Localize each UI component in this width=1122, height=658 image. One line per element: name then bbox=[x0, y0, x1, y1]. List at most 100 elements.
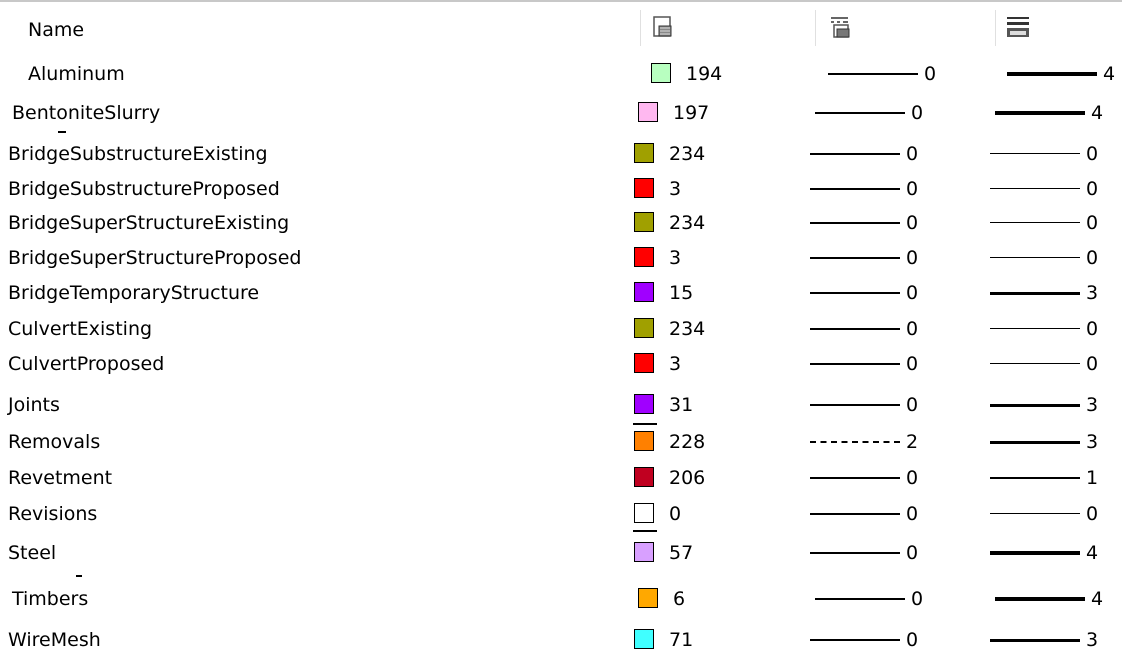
line-style-preview[interactable] bbox=[810, 363, 900, 365]
line-weight-preview[interactable] bbox=[1007, 72, 1097, 76]
line-style-number[interactable]: 0 bbox=[906, 282, 918, 304]
line-style-number[interactable]: 0 bbox=[906, 629, 918, 651]
line-weight-number[interactable]: 3 bbox=[1086, 394, 1098, 416]
line-style-preview[interactable] bbox=[810, 188, 900, 190]
line-weight-number[interactable]: 0 bbox=[1086, 247, 1098, 269]
layer-row[interactable]: Aluminum 194 0 4 bbox=[0, 56, 1122, 92]
line-weight-number[interactable]: 4 bbox=[1091, 588, 1103, 610]
line-weight-number[interactable]: 0 bbox=[1086, 212, 1098, 234]
color-swatch[interactable] bbox=[634, 394, 654, 414]
line-style-preview[interactable] bbox=[810, 441, 900, 443]
color-number[interactable]: 234 bbox=[669, 318, 705, 340]
line-style-number[interactable]: 0 bbox=[906, 247, 918, 269]
line-weight-preview[interactable] bbox=[990, 328, 1080, 330]
line-weight-number[interactable]: 0 bbox=[1086, 178, 1098, 200]
line-weight-preview[interactable] bbox=[990, 188, 1080, 190]
line-style-icon[interactable] bbox=[828, 14, 854, 40]
line-style-preview[interactable] bbox=[810, 477, 900, 479]
color-number[interactable]: 71 bbox=[669, 629, 693, 651]
line-style-preview[interactable] bbox=[810, 639, 900, 641]
color-number[interactable]: 197 bbox=[673, 102, 709, 124]
color-swatch[interactable] bbox=[634, 467, 654, 487]
line-style-number[interactable]: 0 bbox=[906, 318, 918, 340]
color-swatch[interactable] bbox=[634, 431, 654, 451]
color-number[interactable]: 3 bbox=[669, 353, 681, 375]
layer-row[interactable]: Joints 31 0 3 bbox=[0, 387, 1122, 423]
line-weight-number[interactable]: 4 bbox=[1103, 63, 1115, 85]
color-number[interactable]: 234 bbox=[669, 212, 705, 234]
line-weight-number[interactable]: 0 bbox=[1086, 503, 1098, 525]
color-swatch[interactable] bbox=[634, 212, 654, 232]
line-style-number[interactable]: 0 bbox=[906, 542, 918, 564]
line-style-preview[interactable] bbox=[810, 404, 900, 406]
line-style-number[interactable]: 0 bbox=[911, 588, 923, 610]
line-style-number[interactable]: 0 bbox=[906, 178, 918, 200]
line-weight-preview[interactable] bbox=[990, 477, 1080, 479]
color-icon[interactable] bbox=[650, 14, 676, 40]
color-swatch[interactable] bbox=[634, 282, 654, 302]
color-number[interactable]: 31 bbox=[669, 394, 693, 416]
line-weight-preview[interactable] bbox=[990, 291, 1080, 295]
color-number[interactable]: 234 bbox=[669, 143, 705, 165]
color-swatch[interactable] bbox=[634, 178, 654, 198]
line-weight-number[interactable]: 1 bbox=[1086, 467, 1098, 489]
line-style-number[interactable]: 0 bbox=[906, 212, 918, 234]
line-style-number[interactable]: 0 bbox=[906, 353, 918, 375]
line-weight-number[interactable]: 4 bbox=[1091, 102, 1103, 124]
line-style-number[interactable]: 0 bbox=[906, 467, 918, 489]
layer-row[interactable]: BentoniteSlurry 197 0 4 bbox=[0, 95, 1122, 131]
line-weight-number[interactable]: 3 bbox=[1086, 431, 1098, 453]
column-separator[interactable] bbox=[815, 10, 816, 46]
line-weight-number[interactable]: 0 bbox=[1086, 318, 1098, 340]
name-column-header[interactable]: Name bbox=[28, 19, 84, 41]
line-weight-preview[interactable] bbox=[990, 153, 1080, 155]
color-number[interactable]: 57 bbox=[669, 542, 693, 564]
color-swatch[interactable] bbox=[634, 318, 654, 338]
line-weight-preview[interactable] bbox=[990, 403, 1080, 407]
line-style-number[interactable]: 0 bbox=[924, 63, 936, 85]
line-weight-preview[interactable] bbox=[995, 597, 1085, 601]
line-style-preview[interactable] bbox=[828, 73, 918, 75]
color-swatch[interactable] bbox=[638, 588, 658, 608]
color-number[interactable]: 6 bbox=[673, 588, 685, 610]
line-weight-icon[interactable] bbox=[1005, 14, 1031, 40]
column-separator[interactable] bbox=[995, 10, 996, 46]
line-weight-number[interactable]: 3 bbox=[1086, 629, 1098, 651]
line-weight-number[interactable]: 0 bbox=[1086, 353, 1098, 375]
layer-row[interactable]: Removals 228 2 3 bbox=[0, 424, 1122, 460]
line-style-number[interactable]: 2 bbox=[906, 431, 918, 453]
color-swatch[interactable] bbox=[634, 143, 654, 163]
color-swatch[interactable] bbox=[634, 629, 654, 649]
color-number[interactable]: 3 bbox=[669, 247, 681, 269]
layer-row[interactable]: Steel 57 0 4 bbox=[0, 535, 1122, 571]
layer-row[interactable]: Timbers 6 0 4 bbox=[0, 581, 1122, 617]
color-swatch[interactable] bbox=[651, 63, 671, 83]
line-weight-number[interactable]: 3 bbox=[1086, 282, 1098, 304]
layer-row[interactable]: Revisions 0 0 0 bbox=[0, 496, 1122, 532]
line-weight-number[interactable]: 0 bbox=[1086, 143, 1098, 165]
color-swatch[interactable] bbox=[634, 542, 654, 562]
column-separator[interactable] bbox=[640, 10, 641, 46]
line-weight-preview[interactable] bbox=[990, 513, 1080, 515]
layer-row[interactable]: BridgeSubstructureExisting 234 0 0 bbox=[0, 136, 1122, 172]
layer-row[interactable]: CulvertProposed 3 0 0 bbox=[0, 346, 1122, 382]
line-style-number[interactable]: 0 bbox=[906, 503, 918, 525]
line-weight-preview[interactable] bbox=[990, 257, 1080, 259]
color-number[interactable]: 15 bbox=[669, 282, 693, 304]
color-swatch[interactable] bbox=[634, 503, 654, 523]
line-style-number[interactable]: 0 bbox=[906, 394, 918, 416]
line-weight-preview[interactable] bbox=[990, 363, 1080, 365]
layer-row[interactable]: CulvertExisting 234 0 0 bbox=[0, 311, 1122, 347]
layer-row[interactable]: BridgeSuperStructureExisting 234 0 0 bbox=[0, 205, 1122, 241]
color-number[interactable]: 3 bbox=[669, 178, 681, 200]
line-style-preview[interactable] bbox=[810, 552, 900, 554]
color-swatch[interactable] bbox=[638, 102, 658, 122]
layer-row[interactable]: BridgeSubstructureProposed 3 0 0 bbox=[0, 171, 1122, 207]
color-swatch[interactable] bbox=[634, 353, 654, 373]
color-number[interactable]: 206 bbox=[669, 467, 705, 489]
line-style-preview[interactable] bbox=[815, 598, 905, 600]
layer-row[interactable]: WireMesh 71 0 3 bbox=[0, 622, 1122, 658]
line-style-preview[interactable] bbox=[815, 112, 905, 114]
color-number[interactable]: 194 bbox=[686, 63, 722, 85]
line-weight-preview[interactable] bbox=[990, 440, 1080, 444]
